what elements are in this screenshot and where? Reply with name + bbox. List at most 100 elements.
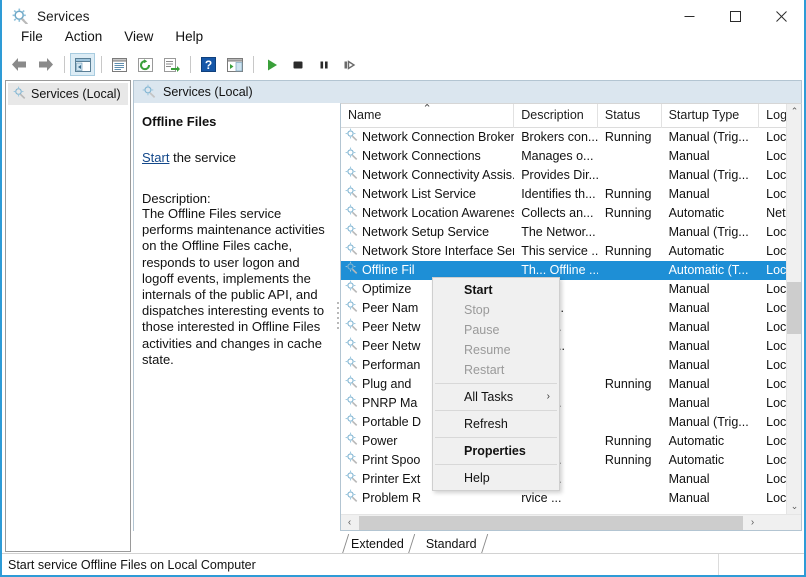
table-row[interactable]: Printer Extrvice ...ManualLoc [341, 470, 801, 489]
context-menu-item-start[interactable]: Start [433, 280, 559, 300]
table-row[interactable]: Performannanc...ManualLoc [341, 356, 801, 375]
cell-name: Network Location Awareness [341, 204, 514, 223]
service-name-text: Portable D [362, 413, 421, 432]
scroll-right-button[interactable]: › [744, 515, 761, 531]
context-menu-separator [435, 464, 557, 465]
stop-service-icon[interactable] [285, 53, 310, 76]
table-row[interactable]: PNRP Marvice ...ManualLoc [341, 394, 801, 413]
service-gear-icon [345, 299, 358, 318]
context-menu-item-label: Properties [464, 444, 526, 458]
cell-startup-type: Manual (Trig... [662, 166, 760, 185]
context-menu-item-label: Refresh [464, 417, 508, 431]
table-row[interactable]: Network Connection BrokerBrokers con...R… [341, 128, 801, 147]
table-row[interactable]: Plug ands a c...RunningManualLoc [341, 375, 801, 394]
tab-extended[interactable]: Extended [340, 534, 415, 554]
service-name-text: Problem R [362, 489, 421, 508]
horizontal-scroll-thumb[interactable] [359, 516, 743, 530]
cell-status [598, 394, 662, 413]
context-menu: StartStopPauseResumeRestartAll Tasks›Ref… [432, 277, 560, 491]
table-row[interactable]: Network Setup ServiceThe Networ...Manual… [341, 223, 801, 242]
table-row[interactable]: Peer Netws mul...ManualLoc [341, 318, 801, 337]
cell-startup-type: Manual [662, 394, 760, 413]
context-menu-item-properties[interactable]: Properties [433, 441, 559, 461]
services-list: ⌃ Name Description Status Startup Type L… [340, 103, 802, 531]
table-row[interactable]: Peer Nams serv...ManualLoc [341, 299, 801, 318]
service-gear-icon [345, 451, 358, 470]
table-row[interactable]: Optimizehe c...ManualLoc [341, 280, 801, 299]
service-gear-icon [345, 166, 358, 185]
service-gear-icon [345, 432, 358, 451]
cell-name: Problem R [341, 489, 514, 508]
column-header-description[interactable]: Description [514, 104, 598, 128]
scroll-left-button[interactable]: ‹ [341, 515, 358, 531]
cell-startup-type: Manual [662, 489, 760, 508]
table-row[interactable]: Poweres p...RunningAutomaticLoc [341, 432, 801, 451]
view-tabs: Extended Standard [340, 532, 488, 554]
table-row[interactable]: Peer Netwes ide...ManualLoc [341, 337, 801, 356]
scroll-down-button[interactable]: ⌄ [787, 499, 802, 514]
scroll-up-button[interactable]: ⌃ [787, 104, 802, 119]
menu-action[interactable]: Action [54, 26, 114, 48]
list-vertical-scrollbar[interactable]: ⌃ ⌄ [786, 104, 801, 514]
cell-startup-type: Manual [662, 147, 760, 166]
cell-status: Running [598, 242, 662, 261]
properties-icon[interactable] [107, 53, 132, 76]
toolbar: ? [2, 51, 804, 78]
splitter-grip [337, 302, 339, 332]
column-header-startup-type[interactable]: Startup Type [662, 104, 760, 128]
table-row[interactable]: Print Spoorvice ...RunningAutomaticLoc [341, 451, 801, 470]
table-row[interactable]: Problem Rrvice ...ManualLoc [341, 489, 801, 508]
sort-ascending-icon: ⌃ [423, 104, 432, 115]
service-name-text: Network Connections [362, 147, 481, 166]
table-row[interactable]: Network Store Interface Ser...This servi… [341, 242, 801, 261]
list-horizontal-scrollbar[interactable]: ‹ › [341, 514, 801, 530]
table-row[interactable]: Offline FilTh... Offline ...Automatic (T… [341, 261, 801, 280]
pause-service-icon[interactable] [311, 53, 336, 76]
export-list-icon[interactable] [159, 53, 184, 76]
column-header-status[interactable]: Status [598, 104, 662, 128]
service-name-text: Printer Ext [362, 470, 420, 489]
table-row[interactable]: Network List ServiceIdentifies th...Runn… [341, 185, 801, 204]
cell-status: Running [598, 451, 662, 470]
help-icon[interactable]: ? [196, 53, 221, 76]
vertical-scroll-thumb[interactable] [787, 282, 802, 334]
service-name-text: Network Connection Broker [362, 128, 514, 147]
context-menu-item-help[interactable]: Help [433, 468, 559, 488]
service-gear-icon [345, 242, 358, 261]
cell-status: Running [598, 432, 662, 451]
menu-help[interactable]: Help [164, 26, 214, 48]
show-action-pane-icon[interactable] [222, 53, 247, 76]
forward-arrow-icon[interactable] [33, 53, 58, 76]
service-gear-icon [345, 204, 358, 223]
table-row[interactable]: Network ConnectionsManages o...ManualLoc [341, 147, 801, 166]
restart-service-icon[interactable] [337, 53, 362, 76]
show-hide-console-tree-icon[interactable] [70, 53, 95, 76]
context-menu-item-all-tasks[interactable]: All Tasks› [433, 387, 559, 407]
refresh-icon[interactable] [133, 53, 158, 76]
cell-status [598, 299, 662, 318]
service-gear-icon [345, 128, 358, 147]
tree-node-services-local[interactable]: Services (Local) [8, 83, 128, 105]
service-gear-icon [345, 375, 358, 394]
start-service-link[interactable]: Start [142, 150, 169, 165]
tab-standard[interactable]: Standard [415, 534, 488, 554]
cell-description: The Networ... [514, 223, 598, 242]
service-name-heading: Offline Files [142, 114, 325, 129]
back-arrow-icon[interactable] [7, 53, 32, 76]
table-row[interactable]: Portable Des gr...Manual (Trig...Loc [341, 413, 801, 432]
service-gear-icon [345, 223, 358, 242]
service-gear-icon [345, 470, 358, 489]
cell-status [598, 489, 662, 508]
menu-file[interactable]: File [10, 26, 54, 48]
service-name-text: Network Connectivity Assis... [362, 166, 514, 185]
table-row[interactable]: Network Connectivity Assis...Provides Di… [341, 166, 801, 185]
menu-view[interactable]: View [113, 26, 164, 48]
content-area: Services (Local) Services (Local) [5, 80, 803, 556]
column-header-name[interactable]: ⌃ Name [341, 104, 514, 128]
start-service-icon[interactable] [259, 53, 284, 76]
context-menu-item-label: Restart [464, 363, 504, 377]
table-row[interactable]: Network Location AwarenessCollects an...… [341, 204, 801, 223]
cell-description: Manages o... [514, 147, 598, 166]
cell-status [598, 337, 662, 356]
context-menu-item-refresh[interactable]: Refresh [433, 414, 559, 434]
